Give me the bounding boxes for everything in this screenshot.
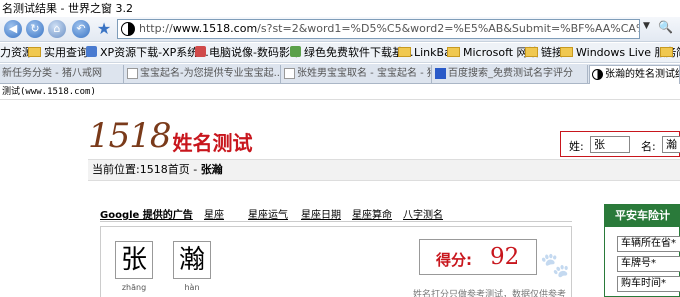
ad-title-link[interactable]: Google 提供的广告 <box>100 206 193 221</box>
bookmark-item[interactable]: 绿色免费软件下载基... <box>290 45 414 61</box>
baidu-paw-icon <box>435 68 446 79</box>
bookmark-item[interactable]: XP资源下载-XP系统... <box>86 45 209 61</box>
breadcrumb-current: 张瀚 <box>200 163 223 176</box>
yin-yang-icon <box>592 69 603 80</box>
favorites-star-icon[interactable]: ★ <box>95 20 113 38</box>
site-icon <box>195 46 206 57</box>
license-plate-field[interactable]: 车牌号* <box>617 256 680 272</box>
site-icon <box>86 46 97 57</box>
score-label: 得分: <box>436 251 472 269</box>
address-dropdown-icon[interactable]: ▼ <box>643 21 655 37</box>
breadcrumb-home-link[interactable]: 1518首页 <box>140 163 190 176</box>
folder-icon <box>28 47 41 57</box>
logo-text: 姓名测试 <box>172 131 253 155</box>
breadcrumb-prefix: 当前位置: <box>92 163 140 176</box>
folder-icon <box>398 47 411 57</box>
surname-label: 姓: <box>569 140 584 153</box>
nav-toolbar: ◀ ↻ ⌂ ↶ ★ http://www.1518.com/s?st=2&wor… <box>0 17 680 42</box>
tab-result-active[interactable]: 张瀚的姓名测试结果 <box>589 65 680 84</box>
insurance-widget: 平安车险计 车辆所在省* 车牌号* 购车时间* <box>604 204 680 297</box>
undo-icon[interactable]: ↶ <box>72 20 90 38</box>
tab-zhang-naming[interactable]: 张姓男宝宝取名 - 宝宝起名 - 猪... <box>282 65 432 84</box>
back-icon[interactable]: ◀ <box>4 20 22 38</box>
name-search-form: 姓: 张 名: 瀚 <box>560 131 680 157</box>
tab-task[interactable]: 新任务分类 - 猪八戒网 <box>0 65 124 84</box>
folder-icon <box>560 47 573 57</box>
address-url[interactable]: http://www.1518.com/s?st=2&word1=%D5%C5&… <box>139 20 639 38</box>
google-ad-bar: Google 提供的广告 星座 星座运气 星座日期 星座算命 八字测名 <box>100 204 572 222</box>
folder-icon <box>447 47 460 57</box>
window-title: 名测试结果 - 世界之窗 3.2 <box>0 0 680 17</box>
tab-baidu-search[interactable]: 百度搜索_免费测试名字评分 <box>433 65 588 84</box>
page-status-line: 测试(www.1518.com) <box>0 84 680 100</box>
folder-icon <box>525 47 538 57</box>
folder-icon <box>660 47 673 57</box>
logo-number: 1518 <box>88 116 172 156</box>
tab-baby-naming[interactable]: 宝宝起名-为您提供专业宝宝起... <box>125 65 281 84</box>
surname-pinyin: zhāng <box>121 283 147 292</box>
bookmark-folder[interactable]: 实用查询 <box>28 45 88 61</box>
url-domain: www.1518.com <box>172 22 258 35</box>
score-box: 得分: 92 <box>419 239 537 275</box>
url-prefix: http:// <box>139 22 173 35</box>
ad-link[interactable]: 星座运气 <box>248 206 288 221</box>
ad-link[interactable]: 星座 <box>204 206 224 221</box>
breadcrumb: 当前位置:1518首页 - 张瀚 <box>88 159 680 181</box>
purchase-date-field[interactable]: 购车时间* <box>617 276 680 292</box>
refresh-icon[interactable]: ↻ <box>26 20 44 38</box>
given-name-label: 名: <box>641 140 656 153</box>
ad-link[interactable]: 星座日期 <box>301 206 341 221</box>
given-name-input[interactable]: 瀚 <box>662 136 680 153</box>
score-value: 92 <box>490 244 520 270</box>
breadcrumb-separator: - <box>189 163 201 176</box>
name-result-panel: 张 zhāng 瀚 hàn 得分: 92 姓名打分只做参考测试，数据仅供参考 <box>100 226 572 297</box>
vehicle-province-field[interactable]: 车辆所在省* <box>617 236 680 252</box>
given-pinyin: hàn <box>184 283 200 292</box>
page-icon <box>284 68 295 79</box>
bookmarks-bar: 力资源 实用查询 XP资源下载-XP系统... 电脑说像-数码影印 绿色免费软件… <box>0 43 680 63</box>
address-bar[interactable]: http://www.1518.com/s?st=2&word1=%D5%C5&… <box>117 19 640 39</box>
page-icon <box>127 68 138 79</box>
ad-link[interactable]: 八字测名 <box>403 206 443 221</box>
ad-link[interactable]: 星座算命 <box>352 206 392 221</box>
search-icon[interactable]: 🔍 <box>658 20 680 38</box>
tab-strip: 新任务分类 - 猪八戒网 宝宝起名-为您提供专业宝宝起... 张姓男宝宝取名 -… <box>0 64 680 84</box>
insurance-title: 平安车险计 <box>605 205 679 227</box>
page-content: 1518 姓名测试 姓: 张 名: 瀚 当前位置:1518首页 - 张瀚 Goog… <box>0 101 680 297</box>
site-icon <box>290 46 301 57</box>
site-favicon-icon <box>121 22 135 36</box>
home-icon[interactable]: ⌂ <box>48 20 66 38</box>
bookmark-folder[interactable]: 链接 <box>525 45 563 61</box>
surname-input[interactable]: 张 <box>590 136 630 153</box>
bookmark-item[interactable]: 电脑说像-数码影印 <box>195 45 301 61</box>
given-char-box: 瀚 <box>173 241 211 279</box>
bookmark-folder[interactable]: 简 <box>660 45 680 61</box>
site-logo[interactable]: 1518 姓名测试 <box>88 116 253 156</box>
url-rest: /s?st=2&word1=%D5%C5&word2=%E5%AB&Submit… <box>257 22 639 35</box>
surname-char-box: 张 <box>115 241 153 279</box>
